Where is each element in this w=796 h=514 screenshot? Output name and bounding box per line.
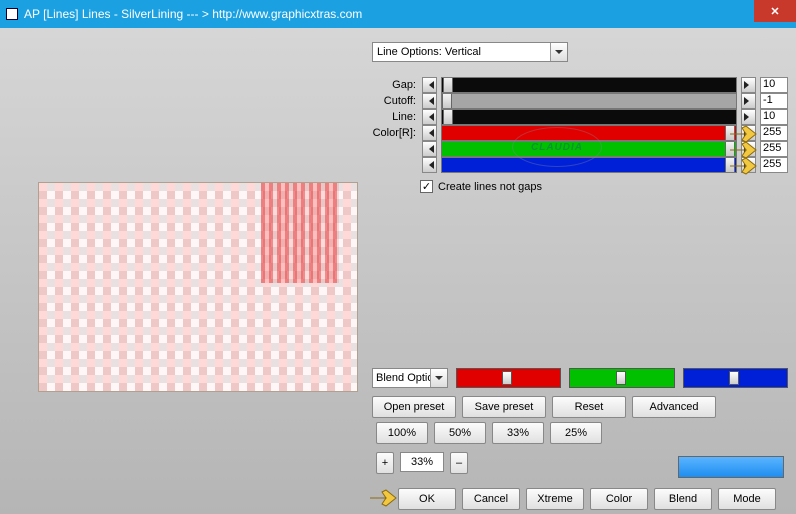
gap-value[interactable]: 10: [760, 77, 788, 93]
color-b-row: 255: [372, 156, 788, 173]
line-slider-track[interactable]: [441, 109, 737, 125]
gap-slider-thumb[interactable]: [443, 77, 453, 93]
color-r-value[interactable]: 255: [760, 125, 788, 141]
color-b-slider-track[interactable]: [441, 157, 737, 173]
blend-button[interactable]: Blend: [654, 488, 712, 510]
app-icon: [6, 8, 18, 20]
create-lines-checkbox[interactable]: ✓: [420, 180, 433, 193]
check-icon: ✓: [422, 180, 431, 193]
line-value[interactable]: 10: [760, 109, 788, 125]
color-swatch[interactable]: [678, 456, 784, 478]
zoom-33-button[interactable]: 33%: [492, 422, 544, 444]
window-title: AP [Lines] Lines - SilverLining --- > ht…: [24, 7, 754, 21]
dropdown-arrow-button[interactable]: [550, 43, 567, 61]
slider-group: Gap: 10 Cutoff: -1 Line:: [372, 76, 788, 172]
blend-green-slider[interactable]: [569, 368, 674, 388]
arrow-right-icon: [744, 113, 753, 121]
line-options-label: Line Options: Vertical: [373, 46, 550, 58]
color-r-slider-track[interactable]: [441, 125, 737, 141]
arrow-left-icon: [425, 161, 434, 169]
blend-options-label: Blend Option: [373, 372, 430, 384]
zoom-25-button[interactable]: 25%: [550, 422, 602, 444]
gap-slider-track[interactable]: [441, 77, 737, 93]
color-r-row: Color[R]: 255: [372, 124, 788, 141]
zoom-100-button[interactable]: 100%: [376, 422, 428, 444]
color-r-dec-button[interactable]: [422, 125, 437, 141]
arrow-left-icon: [425, 81, 434, 89]
chevron-down-icon: [435, 376, 443, 384]
advanced-button[interactable]: Advanced: [632, 396, 716, 418]
gap-label: Gap:: [372, 79, 418, 91]
titlebar: AP [Lines] Lines - SilverLining --- > ht…: [0, 0, 796, 28]
arrow-left-icon: [425, 129, 434, 137]
zoom-50-button[interactable]: 50%: [434, 422, 486, 444]
cutoff-slider-track[interactable]: [441, 93, 737, 109]
zoom-value[interactable]: 33%: [400, 452, 444, 472]
blend-blue-slider[interactable]: [683, 368, 788, 388]
line-dec-button[interactable]: [422, 109, 437, 125]
arrow-left-icon: [425, 113, 434, 121]
arrow-left-icon: [425, 145, 434, 153]
mode-button[interactable]: Mode: [718, 488, 776, 510]
chevron-down-icon: [555, 50, 563, 58]
color-r-label: Color[R]:: [372, 127, 418, 139]
blend-options-dropdown[interactable]: Blend Option: [372, 368, 448, 388]
color-g-value[interactable]: 255: [760, 141, 788, 157]
cutoff-row: Cutoff: -1: [372, 92, 788, 109]
zoom-in-button[interactable]: +: [376, 452, 394, 474]
pointer-hand-icon: [368, 486, 398, 510]
zoom-out-button[interactable]: –: [450, 452, 468, 474]
preview-canvas: [38, 182, 358, 392]
controls-panel: Line Options: Vertical Gap: 10 Cutoff: -…: [372, 42, 788, 508]
blend-red-slider[interactable]: [456, 368, 561, 388]
slider-thumb[interactable]: [616, 371, 626, 385]
arrow-right-icon: [744, 97, 753, 105]
ok-button[interactable]: OK: [398, 488, 456, 510]
close-icon: ✕: [770, 5, 779, 18]
slider-thumb[interactable]: [502, 371, 512, 385]
cutoff-label: Cutoff:: [372, 95, 418, 107]
pointer-hand-icon: [728, 154, 758, 178]
close-button[interactable]: ✕: [754, 0, 796, 22]
color-b-dec-button[interactable]: [422, 157, 437, 173]
gap-inc-button[interactable]: [741, 77, 756, 93]
reset-button[interactable]: Reset: [552, 396, 626, 418]
color-b-value[interactable]: 255: [760, 157, 788, 173]
save-preset-button[interactable]: Save preset: [462, 396, 546, 418]
color-g-row: 255: [372, 140, 788, 157]
open-preset-button[interactable]: Open preset: [372, 396, 456, 418]
arrow-left-icon: [425, 97, 434, 105]
color-button[interactable]: Color: [590, 488, 648, 510]
cutoff-value[interactable]: -1: [760, 93, 788, 109]
arrow-right-icon: [744, 81, 753, 89]
blend-options-row: Blend Option: [372, 368, 788, 388]
cutoff-inc-button[interactable]: [741, 93, 756, 109]
preview-dense: [261, 183, 339, 283]
cutoff-slider-thumb[interactable]: [442, 93, 452, 109]
line-label: Line:: [372, 111, 418, 123]
gap-row: Gap: 10: [372, 76, 788, 93]
xtreme-button[interactable]: Xtreme: [526, 488, 584, 510]
color-g-dec-button[interactable]: [422, 141, 437, 157]
create-lines-label: Create lines not gaps: [438, 181, 542, 193]
slider-thumb[interactable]: [729, 371, 739, 385]
line-row: Line: 10: [372, 108, 788, 125]
gap-dec-button[interactable]: [422, 77, 437, 93]
cutoff-dec-button[interactable]: [422, 93, 437, 109]
line-slider-thumb[interactable]: [443, 109, 453, 125]
dropdown-arrow-button[interactable]: [430, 369, 447, 387]
create-lines-checkbox-row: ✓ Create lines not gaps: [420, 180, 542, 193]
line-options-dropdown[interactable]: Line Options: Vertical: [372, 42, 568, 62]
plugin-dialog: AP [Lines] Lines - SilverLining --- > ht…: [0, 0, 796, 514]
cancel-button[interactable]: Cancel: [462, 488, 520, 510]
color-g-slider-track[interactable]: [441, 141, 737, 157]
